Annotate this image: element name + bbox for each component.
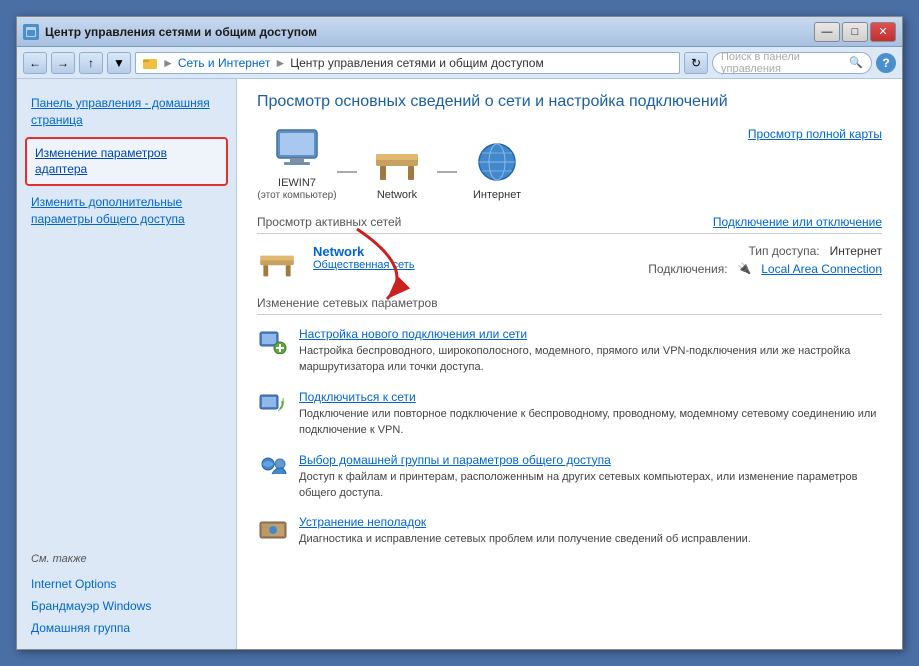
connector-1 — [337, 171, 357, 173]
active-network-name: Network — [313, 244, 632, 259]
connection-label: Подключения: — [648, 262, 727, 276]
sidebar-firewall[interactable]: Брандмауэр Windows — [17, 595, 236, 617]
main-window: Центр управления сетями и общим доступом… — [16, 16, 903, 650]
active-network-info: Network Общественная сеть — [313, 244, 632, 271]
active-network-bench-icon — [257, 244, 297, 280]
connection-value[interactable]: Local Area Connection — [761, 262, 882, 276]
title-bar: Центр управления сетями и общим доступом… — [17, 17, 902, 47]
forward-button[interactable]: → — [51, 52, 75, 74]
breadcrumb-current: Центр управления сетями и общим доступом — [290, 56, 544, 70]
connect-desc: Подключение или повторное подключение к … — [299, 408, 876, 436]
homegroup-icon — [257, 453, 289, 481]
change-item-connect: Подключиться к сети Подключение или повт… — [257, 390, 882, 439]
up-button[interactable]: ↑ — [79, 52, 103, 74]
active-network-row: Network Общественная сеть Тип доступа: И… — [257, 244, 882, 280]
search-icon: 🔍 — [849, 56, 863, 69]
see-also-label: См. также — [17, 545, 236, 573]
sidebar-item-change-adapter[interactable]: Изменение параметров адаптера — [25, 137, 228, 187]
page-title: Просмотр основных сведений о сети и наст… — [257, 93, 882, 111]
troubleshoot-text: Устранение неполадок Диагностика и испра… — [299, 515, 882, 547]
address-bar: ← → ↑ ▼ ► Сеть и Интернет ► Центр управл… — [17, 47, 902, 79]
troubleshoot-icon — [257, 515, 289, 543]
change-item-new-connection: Настройка нового подключения или сети На… — [257, 327, 882, 376]
breadcrumb-network[interactable]: Сеть и Интернет — [178, 56, 270, 70]
new-connection-icon — [257, 327, 289, 355]
connect-text: Подключиться к сети Подключение или повт… — [299, 390, 882, 439]
sidebar-home[interactable]: Панель управления - домашняя страница — [17, 89, 236, 135]
maximize-button[interactable]: □ — [842, 22, 868, 42]
network-node-internet: Интернет — [457, 139, 537, 201]
bench-icon — [371, 139, 423, 185]
close-button[interactable]: ✕ — [870, 22, 896, 42]
network-icons-row: IEWIN7(этот компьютер) — [257, 127, 537, 201]
globe-icon — [471, 139, 523, 185]
new-connection-desc: Настройка беспроводного, широкополосного… — [299, 345, 850, 373]
window-title: Центр управления сетями и общим доступом — [45, 25, 317, 39]
active-networks-header: Просмотр активных сетей Подключение или … — [257, 215, 882, 234]
minimize-button[interactable]: — — [814, 22, 840, 42]
change-section: Изменение сетевых параметров Настро — [257, 296, 882, 548]
network-map-row: IEWIN7(этот компьютер) — [257, 127, 882, 201]
help-button[interactable]: ? — [876, 53, 896, 73]
folder-icon — [142, 55, 158, 71]
network-label: Network — [377, 189, 417, 201]
window-icon — [23, 24, 39, 40]
connector-2 — [437, 171, 457, 173]
change-item-troubleshoot: Устранение неполадок Диагностика и испра… — [257, 515, 882, 547]
connect-icon — [257, 390, 289, 418]
troubleshoot-desc: Диагностика и исправление сетевых пробле… — [299, 533, 751, 545]
sidebar: Панель управления - домашняя страница Из… — [17, 79, 237, 649]
sidebar-homegroup[interactable]: Домашняя группа — [17, 617, 236, 639]
computer-label: IEWIN7(этот компьютер) — [257, 177, 336, 201]
connection-row: Подключения: 🔌 Local Area Connection — [648, 262, 882, 276]
homegroup-text: Выбор домашней группы и параметров общег… — [299, 453, 882, 502]
internet-label: Интернет — [473, 189, 521, 201]
back-button[interactable]: ← — [23, 52, 47, 74]
connect-link[interactable]: Подключиться к сети — [299, 390, 882, 404]
network-node-computer: IEWIN7(этот компьютер) — [257, 127, 337, 201]
new-connection-link[interactable]: Настройка нового подключения или сети — [299, 327, 882, 341]
content-area: Просмотр основных сведений о сети и наст… — [237, 79, 902, 649]
sidebar-spacer — [17, 234, 236, 545]
new-connection-text: Настройка нового подключения или сети На… — [299, 327, 882, 376]
dropdown-button[interactable]: ▼ — [107, 52, 131, 74]
connect-disconnect-link[interactable]: Подключение или отключение — [713, 215, 882, 229]
network-node-network: Network — [357, 139, 437, 201]
homegroup-link[interactable]: Выбор домашней группы и параметров общег… — [299, 453, 882, 467]
active-networks-title: Просмотр активных сетей — [257, 215, 401, 229]
main-layout: Панель управления - домашняя страница Из… — [17, 79, 902, 649]
sidebar-internet-options[interactable]: Internet Options — [17, 573, 236, 595]
access-type-row: Тип доступа: Интернет — [648, 244, 882, 258]
sidebar-item-change-advanced[interactable]: Изменить дополнительные параметры общего… — [17, 188, 236, 234]
homegroup-desc: Доступ к файлам и принтерам, расположенн… — [299, 471, 858, 499]
change-section-title: Изменение сетевых параметров — [257, 296, 882, 315]
breadcrumb: ► Сеть и Интернет ► Центр управления сет… — [135, 52, 680, 74]
change-item-homegroup: Выбор домашней группы и параметров общег… — [257, 453, 882, 502]
access-type-label: Тип доступа: — [748, 244, 819, 258]
refresh-button[interactable]: ↻ — [684, 52, 708, 74]
active-network-type[interactable]: Общественная сеть — [313, 259, 632, 271]
view-full-map-link[interactable]: Просмотр полной карты — [748, 127, 882, 141]
active-network-details: Тип доступа: Интернет Подключения: 🔌 Loc… — [648, 244, 882, 280]
access-type-value: Интернет — [830, 244, 882, 258]
connection-icon: 🔌 — [738, 262, 752, 276]
monitor-icon — [271, 127, 323, 173]
active-networks-section: Просмотр активных сетей Подключение или … — [257, 215, 882, 280]
title-bar-left: Центр управления сетями и общим доступом — [23, 24, 317, 40]
window-controls: — □ ✕ — [814, 22, 896, 42]
search-bar[interactable]: Поиск в панели управления 🔍 — [712, 52, 872, 74]
troubleshoot-link[interactable]: Устранение неполадок — [299, 515, 882, 529]
search-placeholder: Поиск в панели управления — [721, 51, 845, 75]
